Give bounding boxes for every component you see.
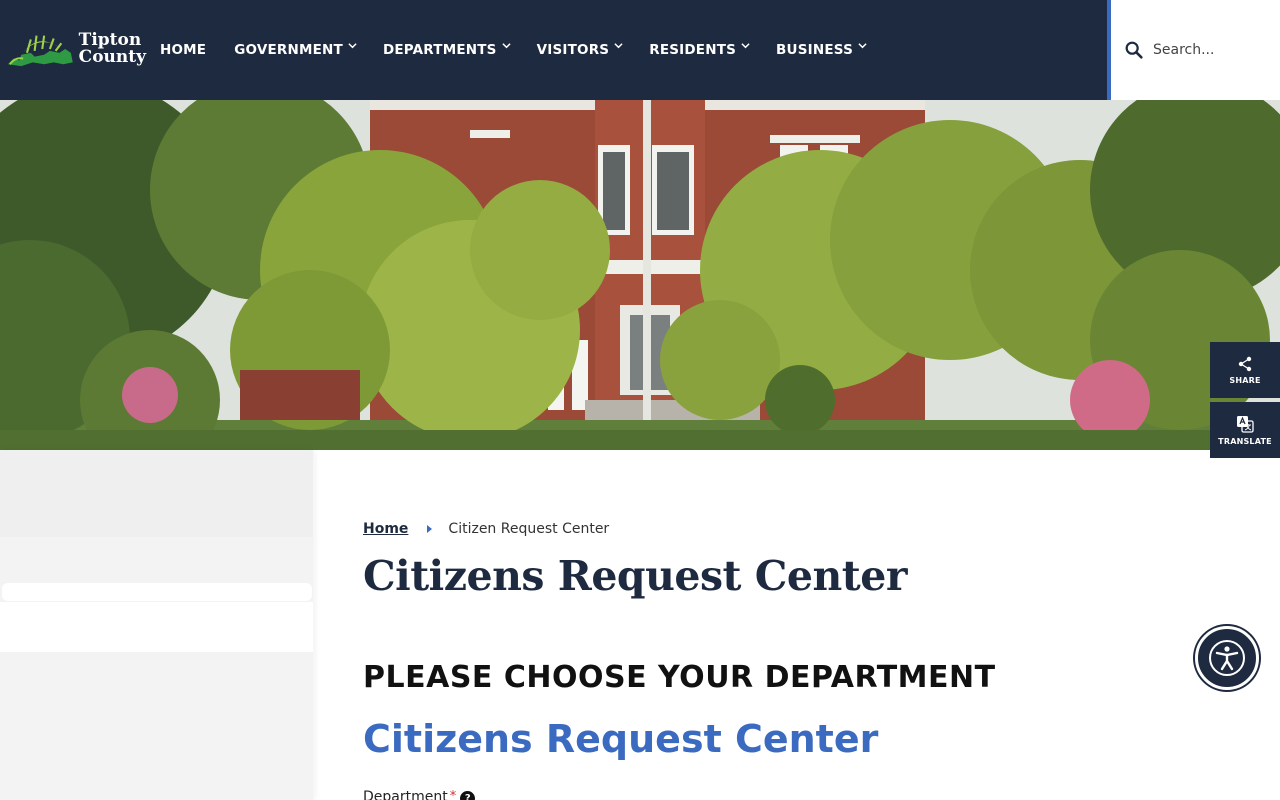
chevron-right-icon [427, 525, 433, 533]
main-nav: HOME GOVERNMENT DEPARTMENTS VISITORS RES… [160, 0, 893, 100]
site-header: Tipton County HOME GOVERNMENT DEPARTMENT… [0, 0, 1280, 100]
search-icon[interactable] [1123, 39, 1145, 61]
tipton-county-logo[interactable]: Tipton County [6, 26, 146, 72]
share-icon [1238, 356, 1252, 371]
search-input[interactable] [1153, 42, 1263, 58]
department-field-label: Department * ? [363, 789, 476, 800]
nav-departments[interactable]: DEPARTMENTS [383, 42, 511, 58]
form-title: Citizens Request Center [363, 717, 879, 761]
left-sidebar [0, 450, 313, 800]
help-icon[interactable]: ? [460, 791, 476, 800]
chevron-down-icon [741, 42, 750, 48]
nav-visitors-label: VISITORS [536, 42, 610, 58]
translate-label: TRANSLATE [1218, 436, 1272, 446]
chevron-down-icon [614, 42, 623, 48]
nav-business-label: BUSINESS [776, 42, 854, 58]
page-title: Citizens Request Center [363, 552, 907, 600]
translate-icon [1237, 415, 1254, 433]
logo-line-2: County [78, 47, 146, 67]
nav-government[interactable]: GOVERNMENT [234, 42, 357, 58]
nav-business[interactable]: BUSINESS [776, 42, 867, 58]
sidebar-header [0, 450, 313, 537]
hero-image [0, 100, 1280, 450]
nav-residents-label: RESIDENTS [649, 42, 737, 58]
required-indicator: * [449, 789, 457, 800]
chevron-down-icon [858, 42, 867, 48]
courthouse-photo [0, 100, 1280, 450]
share-label: SHARE [1229, 375, 1261, 385]
nav-home[interactable]: HOME [160, 42, 206, 58]
translate-button[interactable]: TRANSLATE [1210, 402, 1280, 458]
nav-visitors[interactable]: VISITORS [537, 42, 624, 58]
sidebar-panel [0, 602, 313, 652]
department-label-text: Department [363, 789, 448, 800]
nav-government-label: GOVERNMENT [234, 42, 343, 58]
breadcrumb-home-link[interactable]: Home [363, 521, 408, 537]
accessibility-button[interactable] [1195, 626, 1259, 690]
sidebar-panel [2, 583, 312, 601]
accessibility-icon [1209, 640, 1245, 676]
breadcrumb: Home Citizen Request Center [363, 521, 609, 537]
nav-departments-label: DEPARTMENTS [382, 42, 497, 58]
search-box [1107, 0, 1280, 100]
section-heading: PLEASE CHOOSE YOUR DEPARTMENT [363, 660, 996, 695]
nav-residents[interactable]: RESIDENTS [649, 42, 750, 58]
county-map-icon [7, 35, 73, 67]
chevron-down-icon [501, 42, 511, 48]
nav-home-label: HOME [160, 42, 207, 58]
chevron-down-icon [348, 42, 357, 48]
share-button[interactable]: SHARE [1210, 342, 1280, 398]
logo-wordmark: Tipton County [79, 32, 146, 66]
breadcrumb-current: Citizen Request Center [448, 521, 610, 537]
